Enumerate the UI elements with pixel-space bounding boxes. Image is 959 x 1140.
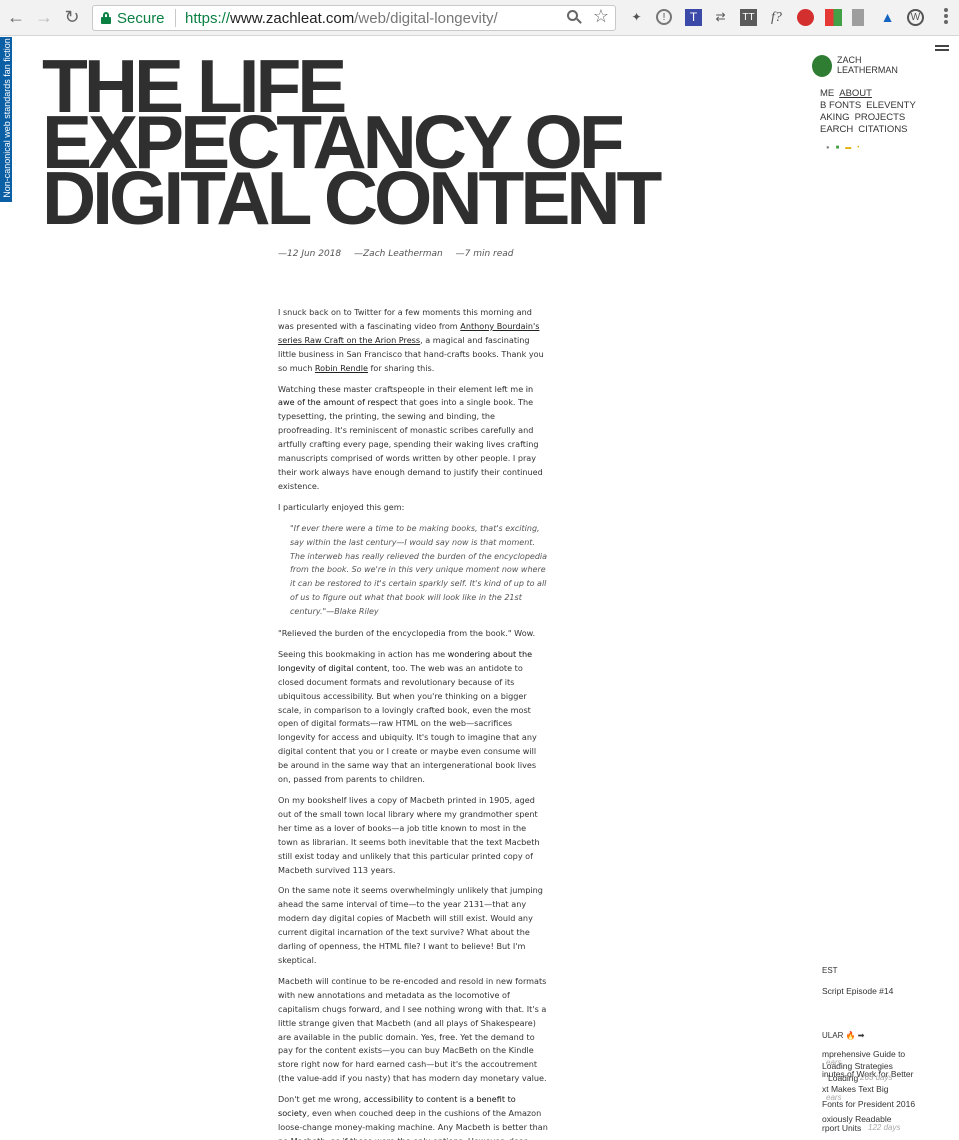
quote-block: "If ever there were a time to be making … <box>290 523 548 617</box>
site-name[interactable]: ZACH LEATHERMAN <box>837 55 898 75</box>
paragraph-6: On my bookshelf lives a copy of Macbeth … <box>278 795 540 875</box>
paragraph-7: On the same note it seems overwhelmingly… <box>278 885 543 965</box>
shuffle-extension-icon[interactable]: ⇄ <box>712 9 729 26</box>
nav-about[interactable]: ABOUT <box>839 88 872 99</box>
nav-projects[interactable]: PROJECTS <box>855 112 906 123</box>
p5-text-b: , too. The web was an antidote to closed… <box>278 662 537 785</box>
fan-fiction-ribbon[interactable]: Non-canonical web standards fan fiction <box>0 37 12 202</box>
triangle-extension-icon[interactable]: ▲ <box>879 9 896 26</box>
site-nav-row-4: EARCH CITATIONS <box>820 124 913 135</box>
article-body: I snuck back on to Twitter for a few mom… <box>278 306 548 1140</box>
search-icon[interactable] <box>567 10 583 26</box>
page-title: THE LIFE EXPECTANCY OF DIGITAL CONTENT <box>42 49 682 240</box>
site-nav-row-1: ME ABOUT <box>820 88 877 99</box>
robin-rendle-link[interactable]: Robin Rendle <box>315 363 368 373</box>
paragraph-4: "Relieved the burden of the encyclopedia… <box>278 628 536 639</box>
nav-citations[interactable]: CITATIONS <box>858 124 907 135</box>
popular-ghost-4: 122 days <box>868 1123 901 1132</box>
nav-speaking[interactable]: AKING <box>820 112 850 123</box>
red-extension-icon[interactable] <box>797 9 814 26</box>
social-icon-1[interactable]: ● <box>826 145 830 151</box>
social-icon-2[interactable]: ■ <box>836 145 840 151</box>
t-extension-icon[interactable]: T <box>685 9 702 26</box>
social-icon-3[interactable]: ▬ <box>845 145 851 151</box>
p9-text-a: Don't get me wrong, <box>278 1094 364 1105</box>
popular-item-8[interactable]: rport Units <box>822 1123 861 1133</box>
url-scheme: https:// <box>185 10 231 27</box>
popular-item-6[interactable]: Fonts for President 2016 <box>822 1099 915 1109</box>
post-author: —Zach Leatherman <box>354 249 443 259</box>
reload-icon[interactable]: ↻ <box>62 7 82 27</box>
url-divider <box>175 9 176 27</box>
browser-toolbar: ← → ↻ Secure https://www.zachleat.com/we… <box>0 0 959 36</box>
site-nav-row-2: B FONTS ELEVENTY <box>820 100 921 111</box>
paragraph-3: I particularly enjoyed this gem: <box>278 501 405 512</box>
social-icon-4[interactable]: • <box>857 145 859 151</box>
ribbon-text: Non-canonical web standards fan fiction <box>2 38 12 198</box>
p1-text-c: for sharing this. <box>367 362 435 373</box>
w-extension-icon[interactable]: W <box>907 9 924 26</box>
p9-text-b: , even when couched deep in the cushions… <box>278 1108 548 1140</box>
paragraph-2: Watching these master craftspeople in th… <box>278 383 548 494</box>
popular-item-4[interactable]: Loading <box>828 1073 858 1083</box>
secure-label: Secure <box>117 10 165 27</box>
site-name-line-2: LEATHERMAN <box>837 65 898 75</box>
site-nav-row-3: AKING PROJECTS <box>820 112 910 123</box>
forward-arrow-icon[interactable]: → <box>34 7 54 27</box>
post-read-time: —7 min read <box>455 249 514 259</box>
site-name-line-1: ZACH <box>837 55 862 65</box>
popular-ghost-2: 263 days <box>860 1073 893 1082</box>
pin-extension-icon[interactable]: ✦ <box>628 9 645 26</box>
p2-text-b: that goes into a single book. The typese… <box>278 397 543 491</box>
info-extension-icon[interactable]: ! <box>656 9 672 25</box>
nav-search[interactable]: EARCH <box>820 124 853 135</box>
latest-item[interactable]: Script Episode #14 <box>822 986 893 996</box>
popular-heading: ULAR 🔥 ➡ <box>822 1031 865 1040</box>
bars-extension-icon[interactable] <box>852 9 864 26</box>
address-bar[interactable]: Secure https://www.zachleat.com/web/digi… <box>92 5 616 31</box>
p2-text-a: Watching these master craftspeople in th… <box>278 383 526 394</box>
font-extension-icon[interactable]: f? <box>768 9 785 26</box>
site-logo[interactable] <box>812 55 832 77</box>
back-arrow-icon[interactable]: ← <box>6 7 26 27</box>
paragraph-8: Macbeth will continue to be re-encoded a… <box>278 975 547 1084</box>
url-path: /web/digital-longevity/ <box>354 10 498 27</box>
paragraph-9: Don't get me wrong, accessibility to con… <box>278 1093 548 1140</box>
tt-extension-icon[interactable]: TT <box>740 9 757 26</box>
paragraph-5: Seeing this bookmaking in action has me … <box>278 648 548 787</box>
paragraph-1: I snuck back on to Twitter for a few mom… <box>278 306 548 376</box>
post-meta: —12 Jun 2018 —Zach Leatherman —7 min rea… <box>278 249 524 259</box>
hamburger-menu-icon[interactable] <box>935 45 949 52</box>
nav-home[interactable]: ME <box>820 88 834 99</box>
bookmark-star-icon[interactable]: ☆ <box>593 6 609 27</box>
latest-heading: EST <box>822 966 838 975</box>
url-text[interactable]: https://www.zachleat.com/web/digital-lon… <box>185 10 498 27</box>
url-host: www.zachleat.com <box>230 10 355 27</box>
title-line-3: DIGITAL CONTENT <box>42 156 662 240</box>
nav-eleventy[interactable]: ELEVENTY <box>866 100 916 111</box>
grid-extension-icon[interactable] <box>825 9 842 26</box>
p5-text-a: Seeing this bookmaking in action has me <box>278 648 448 659</box>
nav-web-fonts[interactable]: B FONTS <box>820 100 861 111</box>
post-date: —12 Jun 2018 <box>278 249 342 259</box>
browser-menu-icon[interactable] <box>943 8 949 26</box>
lock-icon <box>101 12 111 24</box>
social-icons: ● ■ ▬ • <box>826 145 865 151</box>
